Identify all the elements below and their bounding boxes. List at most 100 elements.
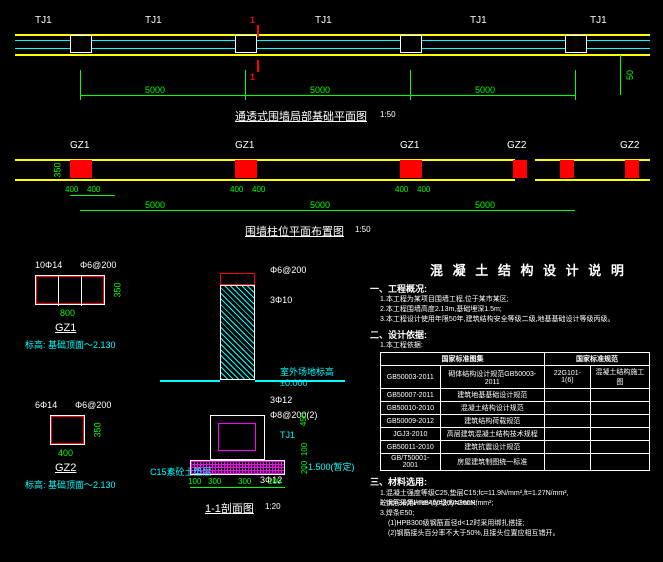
td: GB50007-2011 xyxy=(381,389,441,402)
dim-line xyxy=(70,195,115,196)
rebar-label: Φ6@200 xyxy=(75,400,111,410)
plan2-view: GZ1 GZ1 GZ1 GZ2 GZ2 350 400 400 400 400 … xyxy=(15,135,650,245)
elev-note: 室外场地标高±0.000 xyxy=(280,365,360,388)
col-label: GZ1 xyxy=(235,140,254,151)
col-label: GZ2 xyxy=(620,140,639,151)
dim: 300 xyxy=(238,477,251,486)
rebar-note: Φ6@200 xyxy=(270,265,306,275)
th: 国家标准图集 xyxy=(381,353,545,366)
column-tj1-outline xyxy=(70,35,92,53)
dim-line xyxy=(80,95,575,96)
rebar-label: 6Φ14 xyxy=(35,400,57,410)
td: 建筑地基基础设计规范 xyxy=(440,389,545,402)
gz1-elev: 标高: 基础顶面～2.130 xyxy=(25,338,116,351)
td xyxy=(590,441,649,454)
column-gz2 xyxy=(513,160,527,178)
dim-value: 350 xyxy=(113,282,123,297)
section-heading: 三、材料选用: xyxy=(370,475,427,488)
rebar-note: 3Φ10 xyxy=(270,295,292,305)
col-label: TJ1 xyxy=(35,15,52,26)
wall-line xyxy=(15,179,515,181)
column-outline xyxy=(235,35,257,53)
dim-ext xyxy=(575,70,576,100)
dim-value: 350 xyxy=(53,162,63,177)
dim-value: 5000 xyxy=(310,200,330,210)
dim-value: 5000 xyxy=(145,85,165,95)
note-item: (1)HPB300级钢筋直径d<12时采用绑扎搭接; xyxy=(388,518,524,528)
col-label: GZ2 xyxy=(507,140,526,151)
dim-value: 5000 xyxy=(310,85,330,95)
dim-line-v xyxy=(620,55,621,95)
cut-label: 1 xyxy=(250,72,255,82)
dim-value: 400 xyxy=(230,185,243,194)
dim-value: 400 xyxy=(252,185,265,194)
dim-ext xyxy=(245,70,246,100)
td: 混凝土结构施工图 xyxy=(590,366,649,389)
column-gz1 xyxy=(70,160,92,178)
plan1-title: 通透式围墙局部基础平面图 xyxy=(235,108,367,124)
bedding-label: C15素砼土垫层 xyxy=(150,465,212,478)
elev-note: -1.500(暂定) xyxy=(305,460,355,473)
gz2-name: GZ2 xyxy=(55,462,76,474)
rebar-note: Φ8@200(2) xyxy=(270,410,317,420)
column-gz2 xyxy=(560,160,574,178)
wall-line xyxy=(535,179,650,181)
dim-value: 400 xyxy=(58,448,73,458)
gz1-detail: 10Φ14 Φ6@200 800 350 GZ1 标高: 基础顶面～2.130 xyxy=(25,260,135,350)
td: GB50009-2012 xyxy=(381,415,441,428)
td: 混凝土结构设计规范 xyxy=(440,402,545,415)
top-beam xyxy=(220,273,255,285)
col-label: TJ1 xyxy=(315,15,332,26)
dim-ext xyxy=(80,70,81,100)
dim-value: 5000 xyxy=(475,200,495,210)
td xyxy=(590,415,649,428)
gz2-elev: 标高: 基础顶面～2.130 xyxy=(25,478,116,491)
ground-line xyxy=(160,380,220,382)
wall-line-outer2 xyxy=(15,54,650,56)
section-cut-icon xyxy=(257,25,259,37)
standards-table: 国家标准图集国家标准规范 GB50003-2011砌体结构设计规范GB50003… xyxy=(380,352,650,471)
dim-value: 400 xyxy=(65,185,78,194)
section-cut-icon xyxy=(257,60,259,72)
note-item: 1.本工程为某项目围墙工程,位于某市某区; xyxy=(380,294,509,304)
td: 砌体结构设计规范GB50003-2011 xyxy=(440,366,545,389)
column-gz2 xyxy=(625,160,639,178)
section-title: 1-1剖面图 xyxy=(205,500,254,516)
column-gz1 xyxy=(400,160,422,178)
td: JGJ3-2010 xyxy=(381,428,441,441)
dim-value: 800 xyxy=(60,308,75,318)
note-item: 3.焊条E50; xyxy=(380,508,414,518)
dim-value: 400 xyxy=(417,185,430,194)
note-item: 2.钢筋采用HRB400级,fy=360N/mm²; xyxy=(380,498,493,508)
td xyxy=(590,402,649,415)
td xyxy=(545,428,591,441)
column-gz1 xyxy=(235,160,257,178)
td xyxy=(545,389,591,402)
col-label: TJ1 xyxy=(590,15,607,26)
plan1-scale: 1:50 xyxy=(380,110,396,119)
td xyxy=(545,441,591,454)
gz2-section xyxy=(50,415,85,445)
note-item: 2.本工程围墙高度2.13m,基础埋深1.5m; xyxy=(380,304,502,314)
td xyxy=(590,428,649,441)
plan2-scale: 1:50 xyxy=(355,225,371,234)
dim: 100 xyxy=(188,477,201,486)
dim-value: 5000 xyxy=(475,85,495,95)
dim: 100 xyxy=(300,443,309,456)
dim-value: 400 xyxy=(87,185,100,194)
dim-value: 50 xyxy=(625,70,635,80)
wall-line-outer xyxy=(15,34,650,36)
th: 国家标准规范 xyxy=(545,353,650,366)
wall-line-inner xyxy=(15,40,650,41)
td xyxy=(545,454,591,471)
column-body xyxy=(220,285,255,380)
plan2-title: 围墙柱位平面布置图 xyxy=(245,223,344,239)
td: GB/T50001-2001 xyxy=(381,454,441,471)
col-label: GZ1 xyxy=(400,140,419,151)
col-label: TJ1 xyxy=(470,15,487,26)
td: 22G101-1(6) xyxy=(545,366,591,389)
dim: 450 xyxy=(299,413,308,426)
dim: 300 xyxy=(208,477,221,486)
td: GB50003-2011 xyxy=(381,366,441,389)
td: 建筑结构荷载规范 xyxy=(440,415,545,428)
